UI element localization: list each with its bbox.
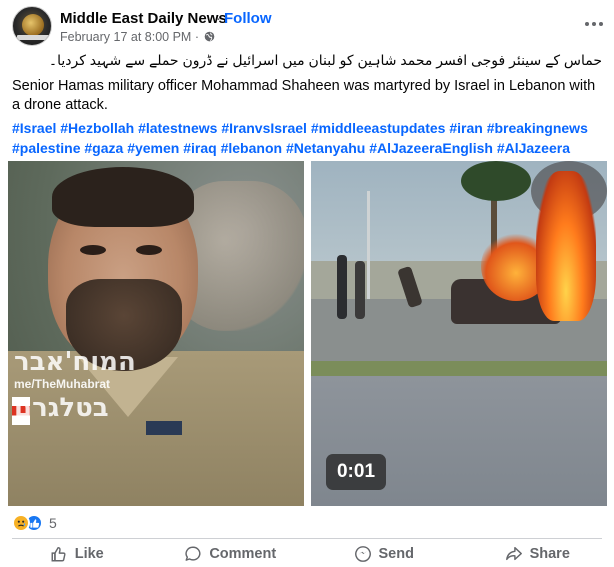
name-patch [146,421,182,435]
globe-icon[interactable] [204,31,215,42]
hashtags-line-2: #palestine #gaza #yemen #iraq #lebanon #… [12,139,602,159]
watermark-top: המוח'אבר [14,347,136,377]
post-timestamp[interactable]: February 17 at 8:00 PM [60,30,191,44]
post-header: Middle East Daily News · Follow February… [12,4,603,46]
send-button[interactable]: Send [307,540,461,567]
post-text-urdu: حماس کے سینئر فوجی افسر محمد شاہین کو لب… [48,52,602,68]
hashtag-link[interactable]: #yemen [127,140,179,156]
avatar-logo [22,14,44,36]
meta-separator: · [194,30,199,44]
sad-face-icon [17,520,26,527]
actions-divider [12,538,602,539]
share-label: Share [529,545,570,562]
palm-leaves [461,161,531,201]
comment-label: Comment [209,545,277,562]
reaction-summary[interactable]: 5 [12,513,57,533]
hashtag-link[interactable]: #gaza [84,140,123,156]
avatar-logo-text [17,35,49,40]
share-arrow-icon [505,546,522,560]
hashtag-link[interactable]: #palestine [12,140,80,156]
hashtag-link[interactable]: #AlJazeeraEnglish [369,140,493,156]
page-avatar[interactable] [12,6,52,46]
post-media: המוח'אבר me/TheMuhabrat בטלגרם 0:01 [1,161,613,506]
bystander [355,261,365,319]
sad-reaction-icon [12,514,30,532]
street-pole [367,191,370,301]
hashtag-link[interactable]: #Netanyahu [286,140,365,156]
man-eye-right [136,245,162,255]
more-options-icon[interactable] [582,12,606,36]
post-text-english: Senior Hamas military officer Mohammad S… [12,78,596,113]
send-label: Send [378,545,414,562]
comment-bubble-icon [185,546,201,561]
portrait-photo[interactable]: המוח'אבר me/TheMuhabrat בטלגרם [8,161,304,506]
reaction-count: 5 [49,515,57,531]
hashtag-link[interactable]: #iran [449,120,482,136]
post-actions-bar: Like Comment Send Share [0,540,614,567]
hashtag-link[interactable]: #AlJazeera [497,140,570,156]
man-hair [52,167,194,227]
watermark-handle: me/TheMuhabrat [14,377,111,391]
send-icon [354,545,371,562]
hashtag-link[interactable]: #iraq [183,140,216,156]
hashtags: #Israel #Hezbollah #latestnews #IranvsIs… [12,119,602,158]
hashtag-link[interactable]: #lebanon [221,140,282,156]
follow-button[interactable]: Follow [224,10,272,27]
feed-post: Middle East Daily News · Follow February… [0,0,614,567]
video-timer: 0:01 [326,454,386,490]
bystander [337,255,347,319]
like-button[interactable]: Like [0,540,154,567]
hashtags-line-1: #Israel #Hezbollah #latestnews #IranvsIs… [12,119,602,139]
hashtag-link[interactable]: #middleeastupdates [311,120,446,136]
hashtag-link[interactable]: #latestnews [138,120,217,136]
fire-flames-large [536,171,596,321]
like-label: Like [74,545,104,562]
hashtag-link[interactable]: #IranvsIsrael [221,120,307,136]
man-eye-left [80,245,106,255]
page-name-link[interactable]: Middle East Daily News [60,10,227,27]
watermark-bottom: בטלגרם [14,393,109,423]
hashtag-link[interactable]: #Israel [12,120,56,136]
video-player[interactable]: 0:01 [311,161,607,506]
hashtag-link[interactable]: #Hezbollah [60,120,134,136]
comment-button[interactable]: Comment [154,540,308,567]
name-separator: · [216,10,221,27]
thumbs-up-small-icon [29,518,39,528]
thumbs-up-icon [51,546,66,561]
hashtag-link[interactable]: #breakingnews [487,120,588,136]
share-button[interactable]: Share [461,540,614,567]
post-meta: February 17 at 8:00 PM · [60,30,215,44]
